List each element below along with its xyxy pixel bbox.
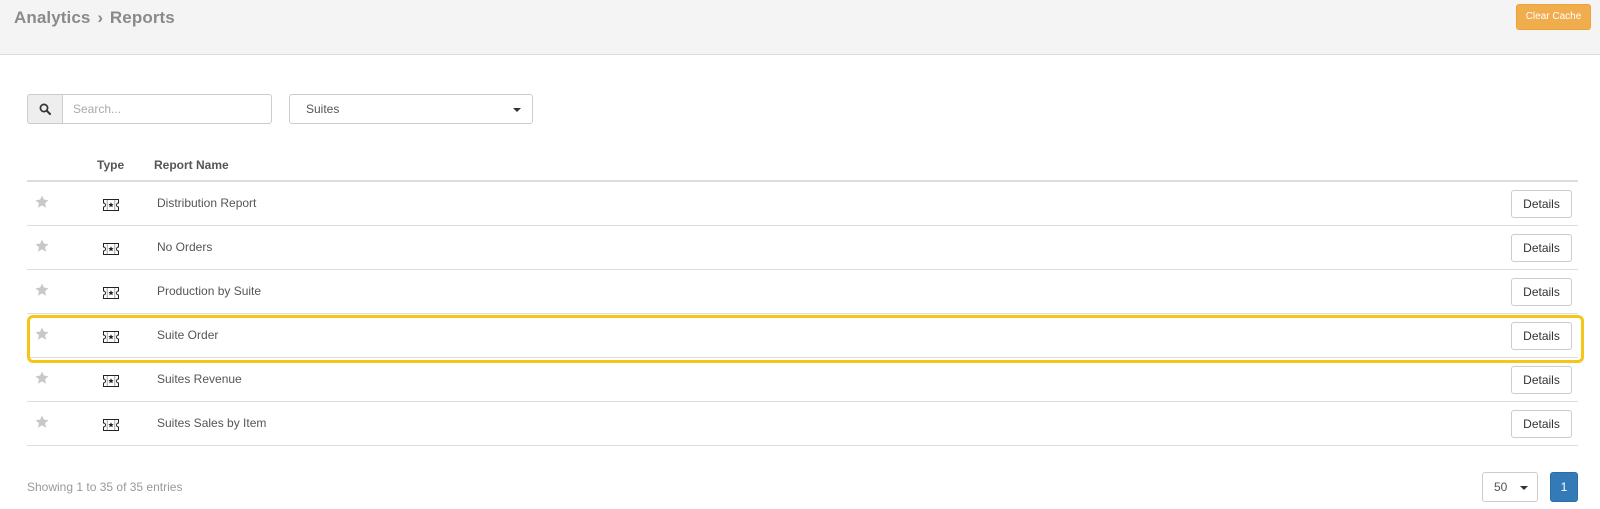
report-name: Suites Revenue [157,372,242,386]
caret-down-icon [1520,486,1528,490]
breadcrumb: Analytics › Reports [14,8,175,28]
details-button[interactable]: Details [1511,234,1572,262]
breadcrumb-separator: › [97,8,104,27]
favorite-star-icon[interactable] [34,326,50,342]
details-button[interactable]: Details [1511,410,1572,438]
report-name: Distribution Report [157,196,257,210]
table-body: Distribution Report Details No Orders Detai… [27,182,1584,446]
caret-down-icon [513,108,521,112]
table-row: Suites Revenue Details [27,358,1578,402]
search-input[interactable] [62,94,272,124]
table-row: No Orders Details [27,226,1578,270]
report-name: Suite Order [157,328,219,342]
report-name: Production by Suite [157,284,262,298]
search-group [27,94,272,124]
favorite-star-icon[interactable] [34,282,50,298]
ticket-icon [103,286,119,299]
ticket-icon [103,198,119,211]
report-name: No Orders [157,240,213,254]
search-icon [27,94,62,124]
details-button[interactable]: Details [1511,366,1572,394]
ticket-icon [103,418,119,431]
details-button[interactable]: Details [1511,322,1572,350]
ticket-icon [103,242,119,255]
ticket-icon [103,374,119,387]
breadcrumb-reports: Reports [109,8,175,27]
column-header-report-name[interactable]: Report Name [154,158,229,172]
ticket-icon [103,330,119,343]
page-length-value: 50 [1494,480,1508,494]
table-row: Suite Order Details [27,314,1584,363]
details-button[interactable]: Details [1511,190,1572,218]
table-row: Distribution Report Details [27,182,1578,226]
type-filter-select[interactable]: Suites [289,94,533,124]
details-button[interactable]: Details [1511,278,1572,306]
page-header: Analytics › Reports Clear Cache [0,0,1600,55]
report-name: Suites Sales by Item [157,416,267,430]
type-filter-value: Suites [306,102,340,116]
clear-cache-button[interactable]: Clear Cache [1516,4,1591,30]
table-row: Suites Sales by Item Details [27,402,1578,446]
table-row: Production by Suite Details [27,270,1578,314]
column-header-type[interactable]: Type [97,158,124,172]
table-header: Type Report Name [27,150,1578,182]
pagination-page-1[interactable]: 1 [1550,472,1578,502]
favorite-star-icon[interactable] [34,414,50,430]
favorite-star-icon[interactable] [34,194,50,210]
page-length-select[interactable]: 50 [1482,472,1538,502]
table-info: Showing 1 to 35 of 35 entries [27,480,183,494]
breadcrumb-analytics[interactable]: Analytics [14,8,91,27]
favorite-star-icon[interactable] [34,370,50,386]
reports-table: Type Report Name Distribution Report Deta… [27,150,1584,446]
favorite-star-icon[interactable] [34,238,50,254]
